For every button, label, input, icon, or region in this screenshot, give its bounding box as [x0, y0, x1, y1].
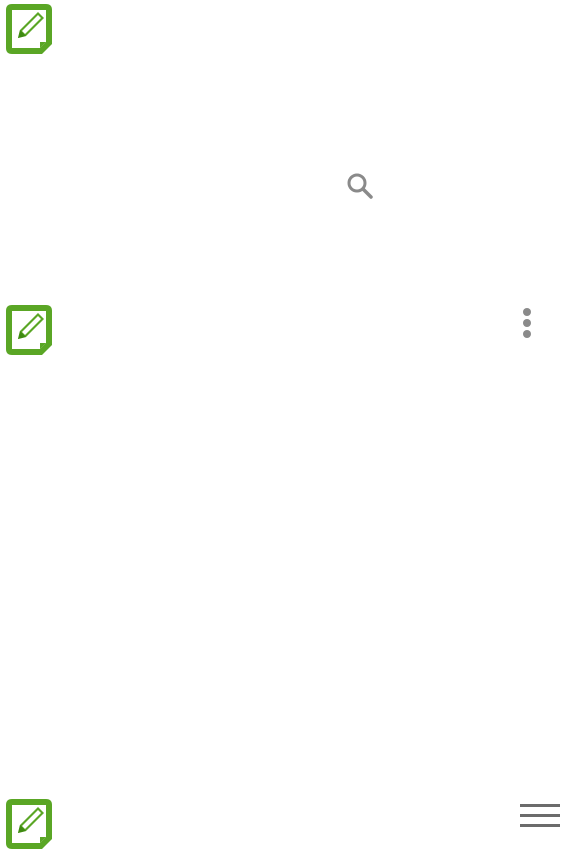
more-vertical-icon[interactable]: [515, 306, 539, 342]
note-pencil-icon: [0, 795, 58, 853]
note-pencil-icon: [0, 0, 58, 58]
search-icon[interactable]: [345, 171, 375, 201]
note-pencil-icon: [0, 301, 58, 359]
hamburger-menu-icon[interactable]: [518, 800, 562, 830]
